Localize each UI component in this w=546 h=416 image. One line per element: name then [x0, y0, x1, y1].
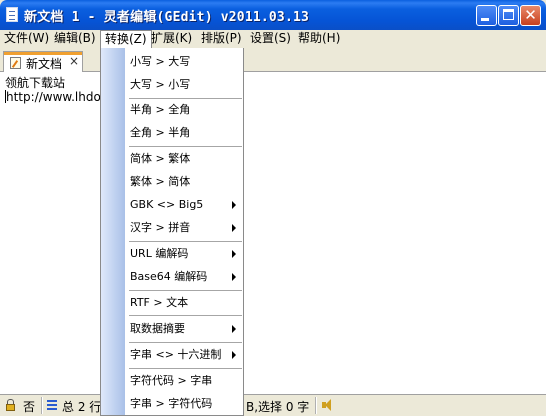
convert-menu-dropdown: 小写 > 大写 大写 > 小写 半角 > 全角 全角 > 半角 简体 > 繁体 … — [100, 48, 244, 416]
menu-item-gbk-big5[interactable]: GBK <> Big5 — [130, 196, 203, 214]
menu-separator — [129, 98, 242, 99]
window-title: 新文档 1 - 灵者编辑(GEdit) v2011.03.13 — [24, 10, 310, 25]
document-tabstrip: 新文档 × — [0, 48, 546, 72]
menu-item-full-to-half-width[interactable]: 全角 > 半角 — [130, 124, 190, 142]
menu-extend[interactable]: 扩展(K) — [147, 30, 196, 48]
menu-item-hanzi-to-pinyin[interactable]: 汉字 > 拼音 — [130, 219, 190, 237]
menu-item-rtf-to-text[interactable]: RTF > 文本 — [130, 294, 188, 312]
menu-separator — [129, 315, 242, 316]
menu-item-string-hex[interactable]: 字串 <> 十六进制 — [130, 346, 221, 364]
menu-separator — [129, 146, 242, 147]
menu-separator — [129, 241, 242, 242]
lines-icon — [47, 400, 57, 410]
menu-convert[interactable]: 转换(Z) — [100, 30, 152, 48]
menu-icon-gutter — [101, 48, 125, 415]
status-divider — [41, 397, 43, 414]
title-bar[interactable]: 新文档 1 - 灵者编辑(GEdit) v2011.03.13 ✕ — [0, 0, 546, 30]
submenu-arrow-icon — [232, 224, 236, 232]
menu-item-data-digest[interactable]: 取数据摘要 — [130, 320, 185, 338]
submenu-arrow-icon — [232, 250, 236, 258]
menu-file[interactable]: 文件(W) — [0, 30, 53, 48]
menu-item-base64-codec[interactable]: Base64 编解码 — [130, 268, 207, 286]
menu-help[interactable]: 帮助(H) — [294, 30, 344, 48]
menu-separator — [129, 342, 242, 343]
menu-item-lower-to-upper[interactable]: 小写 > 大写 — [130, 53, 190, 71]
maximize-button[interactable] — [498, 5, 519, 26]
submenu-arrow-icon — [232, 201, 236, 209]
menu-separator — [129, 290, 242, 291]
edit-document-icon — [10, 57, 21, 69]
close-button[interactable]: ✕ — [520, 5, 541, 26]
menu-bar: 文件(W) 编辑(B) 转换(Z) 扩展(K) 排版(P) 设置(S) 帮助(H… — [0, 30, 546, 48]
speaker-icon[interactable] — [322, 399, 334, 411]
document-app-icon[interactable] — [6, 7, 18, 22]
maximize-icon — [503, 9, 514, 20]
status-bar: 否 总 2 行 B,选择 0 字 — [0, 394, 546, 416]
tab-new-document[interactable]: 新文档 × — [3, 51, 83, 72]
submenu-arrow-icon — [232, 273, 236, 281]
editor-line-1: 领航下载站 — [5, 76, 66, 90]
menu-item-half-to-full-width[interactable]: 半角 > 全角 — [130, 101, 190, 119]
menu-item-traditional-to-simplified[interactable]: 繁体 > 简体 — [130, 173, 190, 191]
minimize-button[interactable] — [476, 5, 497, 26]
line-count: 总 2 行 — [62, 400, 102, 414]
lock-icon — [6, 399, 15, 411]
menu-settings[interactable]: 设置(S) — [246, 30, 295, 48]
menu-separator — [129, 368, 242, 369]
menu-item-simplified-to-traditional[interactable]: 简体 > 繁体 — [130, 150, 190, 168]
menu-item-string-to-charcode[interactable]: 字串 > 字符代码 — [130, 395, 212, 413]
readonly-status[interactable]: 否 — [23, 398, 35, 415]
menu-item-charcode-to-string[interactable]: 字符代码 > 字串 — [130, 372, 212, 390]
tab-label: 新文档 — [26, 57, 63, 71]
selection-status: B,选择 0 字 — [246, 400, 310, 414]
minimize-icon — [481, 18, 489, 21]
tab-close-icon[interactable]: × — [69, 54, 79, 68]
menu-item-upper-to-lower[interactable]: 大写 > 小写 — [130, 76, 190, 94]
submenu-arrow-icon — [232, 325, 236, 333]
status-divider — [315, 397, 317, 414]
menu-layout[interactable]: 排版(P) — [197, 30, 246, 48]
text-editor[interactable]: 领航下载站 http://www.lhdown — [0, 72, 546, 394]
submenu-arrow-icon — [232, 351, 236, 359]
menu-edit[interactable]: 编辑(B) — [50, 30, 100, 48]
close-icon: ✕ — [524, 6, 537, 24]
menu-item-url-codec[interactable]: URL 编解码 — [130, 245, 188, 263]
